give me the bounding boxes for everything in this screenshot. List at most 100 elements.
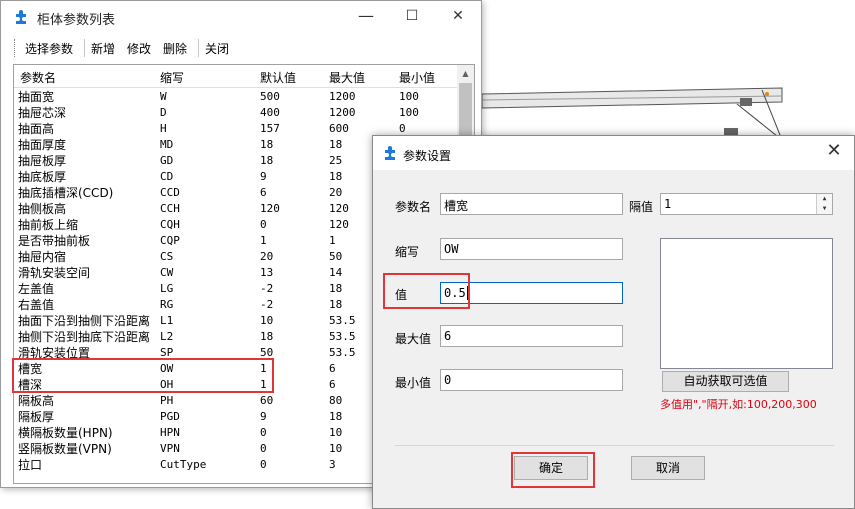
table-cell: 53.5 (329, 330, 356, 343)
table-cell: HPN (160, 426, 180, 439)
table-cell: L1 (160, 314, 174, 327)
toolbar-grip[interactable] (14, 39, 17, 57)
minimize-button[interactable]: — (343, 1, 389, 33)
select-param-button[interactable]: 选择参数 (25, 40, 73, 57)
spin-buttons[interactable]: ▲ ▼ (816, 194, 832, 214)
dialog-title-bar: 参数设置 ✕ (373, 136, 854, 170)
spin-down-icon[interactable]: ▼ (817, 204, 832, 214)
add-button[interactable]: 新增 (91, 40, 115, 57)
max-input[interactable]: 6 (440, 325, 623, 347)
table-cell: 抽前板上缩 (18, 218, 79, 232)
col-header-min[interactable]: 最小值 (399, 69, 435, 86)
table-cell: 0 (260, 218, 267, 231)
table-cell: 抽屉板厚 (18, 154, 67, 168)
table-cell: 9 (260, 170, 267, 183)
table-cell: 隔板高 (18, 394, 55, 408)
table-cell: 120 (329, 218, 349, 231)
cancel-button[interactable]: 取消 (631, 456, 705, 480)
delete-button[interactable]: 删除 (163, 40, 187, 57)
abbr-label: 缩写 (395, 245, 420, 259)
table-cell: 抽底插槽深(CCD) (18, 186, 114, 200)
abbr-input[interactable]: OW (440, 238, 623, 260)
col-header-abbr[interactable]: 缩写 (160, 69, 184, 86)
table-cell: 横隔板数量(HPN) (18, 426, 113, 440)
table-cell: CCH (160, 202, 180, 215)
table-cell: 10 (329, 426, 343, 439)
table-cell: 抽面厚度 (18, 138, 67, 152)
interval-spinner[interactable]: 1 ▲ ▼ (660, 193, 833, 215)
table-cell: CD (160, 170, 174, 183)
table-cell: 左盖值 (18, 282, 55, 296)
table-cell: CQH (160, 218, 180, 231)
table-cell: 53.5 (329, 314, 356, 327)
table-cell: 13 (260, 266, 274, 279)
highlight-ok-button (511, 452, 595, 488)
table-cell: 10 (260, 314, 274, 327)
table-cell: 60 (260, 394, 274, 407)
maximize-button[interactable]: ☐ (389, 1, 435, 33)
table-cell: 157 (260, 122, 280, 135)
options-listbox[interactable] (660, 238, 833, 369)
edit-button[interactable]: 修改 (127, 40, 151, 57)
min-input[interactable]: 0 (440, 369, 623, 391)
name-input[interactable]: 槽宽 (440, 193, 623, 215)
table-cell: 400 (260, 106, 280, 119)
table-cell: 9 (260, 410, 267, 423)
table-cell: 隔板厚 (18, 410, 55, 424)
dialog-divider (395, 445, 834, 446)
table-cell: CW (160, 266, 174, 279)
table-cell: 500 (260, 90, 280, 103)
table-cell: W (160, 90, 167, 103)
table-cell: 18 (260, 330, 274, 343)
table-cell: 3 (329, 458, 336, 471)
table-cell: 10 (329, 442, 343, 455)
toolbar-separator (84, 39, 85, 57)
table-cell: 100 (399, 90, 419, 103)
table-cell: LG (160, 282, 174, 295)
title-bar: 柜体参数列表 — ☐ ✕ (1, 1, 481, 33)
table-row[interactable]: 抽面宽 W 500 1200 100 (14, 89, 457, 105)
dialog-close-button[interactable]: ✕ (822, 140, 846, 161)
table-cell: 1 (329, 234, 336, 247)
table-cell: 1 (260, 234, 267, 247)
table-cell: CutType (160, 458, 207, 471)
auto-fetch-button[interactable]: 自动获取可选值 (662, 371, 789, 392)
table-cell: MD (160, 138, 174, 151)
table-cell: 拉口 (18, 458, 43, 472)
table-cell: PH (160, 394, 174, 407)
puzzle-icon (16, 10, 26, 24)
scroll-up-icon[interactable]: ▲ (457, 65, 474, 82)
table-cell: 竖隔板数量(VPN) (18, 442, 112, 456)
interval-value: 1 (664, 197, 672, 211)
table-cell: 抽面宽 (18, 90, 55, 104)
table-cell: 20 (329, 186, 343, 199)
spin-up-icon[interactable]: ▲ (817, 194, 832, 204)
table-cell: 0 (260, 458, 267, 471)
puzzle-icon (385, 146, 395, 160)
table-cell: 18 (329, 410, 343, 423)
table-cell: 抽屉内宿 (18, 250, 67, 264)
table-cell: 抽底板厚 (18, 170, 67, 184)
name-label: 参数名 (395, 200, 432, 214)
toolbar: 选择参数 新增 修改 删除 关闭 (9, 37, 473, 59)
grid-header: 参数名 缩写 默认值 最大值 最小值 (14, 65, 457, 88)
table-cell: H (160, 122, 167, 135)
table-cell: 18 (260, 154, 274, 167)
col-header-max[interactable]: 最大值 (329, 69, 365, 86)
table-row[interactable]: 抽屉芯深 D 400 1200 100 (14, 105, 457, 121)
close-button[interactable]: ✕ (435, 1, 481, 33)
table-cell: PGD (160, 410, 180, 423)
col-header-default[interactable]: 默认值 (260, 69, 296, 86)
table-cell: 1200 (329, 106, 356, 119)
table-cell: 18 (329, 138, 343, 151)
table-cell: L2 (160, 330, 174, 343)
table-cell: 0 (260, 426, 267, 439)
toolbar-separator (198, 39, 199, 57)
table-cell: 18 (329, 282, 343, 295)
table-cell: 120 (260, 202, 280, 215)
col-header-name[interactable]: 参数名 (20, 69, 56, 86)
table-cell: 0 (260, 442, 267, 455)
interval-label: 隔值 (629, 200, 654, 214)
close-list-button[interactable]: 关闭 (205, 40, 229, 57)
table-cell: 120 (329, 202, 349, 215)
